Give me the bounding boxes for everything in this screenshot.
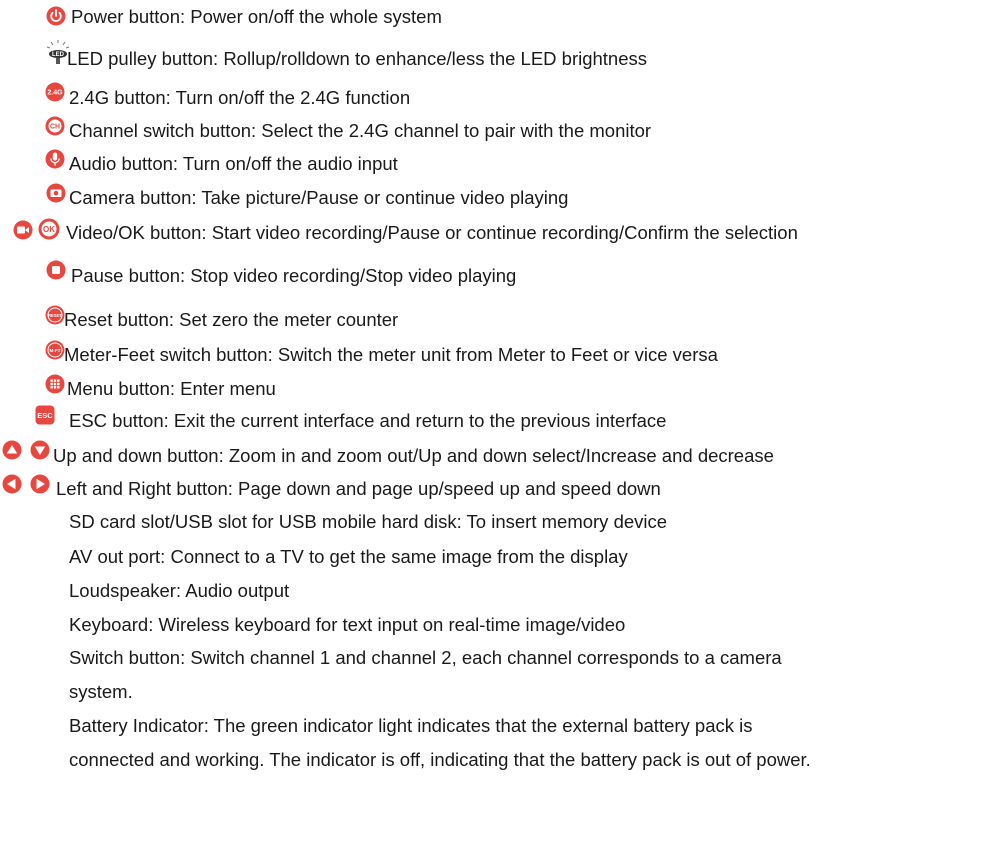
camera-icon: [46, 183, 66, 203]
svg-text:OK: OK: [43, 225, 55, 234]
ok-icon: OK: [38, 218, 60, 240]
power-button-description: Power button: Power on/off the whole sys…: [71, 6, 442, 27]
battery-indicator-description: Battery Indicator: The green indicator l…: [69, 715, 753, 736]
2.4g-icon: 2.4G: [45, 82, 65, 102]
channel-switch-button-description: Channel switch button: Select the 2.4G c…: [69, 120, 652, 141]
esc-button-description: ESC button: Exit the current interface a…: [69, 410, 667, 431]
up-arrow-icon: [2, 440, 22, 460]
audio-button-description: Audio button: Turn on/off the audio inpu…: [69, 153, 398, 174]
video-icon: [13, 220, 33, 240]
video-ok-button-description: Video/OK button: Start video recording/P…: [66, 222, 798, 243]
menu-button-description: Menu button: Enter menu: [67, 378, 276, 399]
left-arrow-icon: [2, 474, 22, 494]
left-right-button-description: Left and Right button: Page down and pag…: [56, 478, 661, 499]
esc-icon: ESC: [35, 405, 55, 425]
menu-icon: [45, 374, 65, 394]
meter-feet-button-description: Meter-Feet switch button: Switch the met…: [64, 344, 718, 365]
channel-icon: CH: [45, 116, 65, 136]
down-arrow-icon: [30, 440, 50, 460]
pause-icon: [46, 260, 66, 280]
switch-button-description-continued: system.: [69, 681, 133, 702]
svg-text:RESET: RESET: [48, 313, 62, 318]
svg-text:LED: LED: [52, 52, 65, 58]
keyboard-description: Keyboard: Wireless keyboard for text inp…: [69, 614, 626, 635]
microphone-icon: [45, 149, 65, 169]
svg-text:ESC: ESC: [37, 411, 53, 420]
sd-card-slot-description: SD card slot/USB slot for USB mobile har…: [69, 511, 668, 532]
camera-button-description: Camera button: Take picture/Pause or con…: [69, 187, 569, 208]
switch-button-description: Switch button: Switch channel 1 and chan…: [69, 647, 782, 668]
av-out-port-description: AV out port: Connect to a TV to get the …: [69, 546, 628, 567]
power-icon: [46, 6, 66, 26]
led-pulley-button-description: LED pulley button: Rollup/rolldown to en…: [67, 48, 648, 69]
up-down-button-description: Up and down button: Zoom in and zoom out…: [53, 445, 774, 466]
svg-text:M-FT: M-FT: [50, 348, 61, 353]
loudspeaker-description: Loudspeaker: Audio output: [69, 580, 290, 601]
svg-text:2.4G: 2.4G: [47, 90, 63, 97]
pause-button-description: Pause button: Stop video recording/Stop …: [71, 265, 517, 286]
reset-button-description: Reset button: Set zero the meter counter: [64, 309, 399, 330]
reset-icon: RESET: [45, 305, 65, 325]
battery-indicator-description-continued: connected and working. The indicator is …: [69, 749, 811, 770]
meter-feet-icon: M-FT: [45, 340, 65, 360]
2.4g-button-description: 2.4G button: Turn on/off the 2.4G functi…: [69, 87, 411, 108]
svg-text:CH: CH: [50, 124, 60, 131]
right-arrow-icon: [30, 474, 50, 494]
